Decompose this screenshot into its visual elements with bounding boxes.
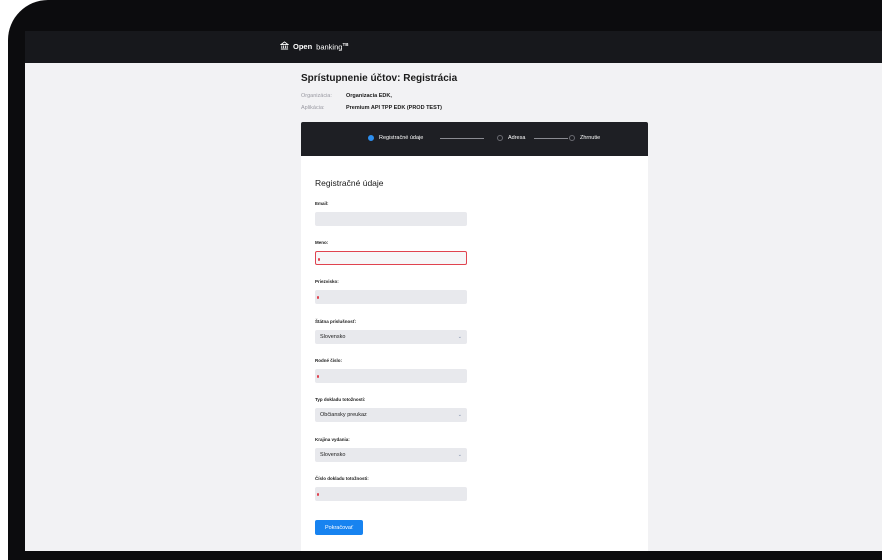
organization-row: Organizácia: Organizacia EDK, — [301, 93, 392, 99]
continue-button[interactable]: Pokračovať — [315, 520, 363, 535]
issuing-country-select[interactable]: Slovensko ⌄ — [315, 448, 467, 462]
bank-icon — [279, 41, 290, 52]
chevron-down-icon: ⌄ — [457, 334, 462, 340]
top-navbar: Open bankingTB — [25, 31, 882, 63]
id-type-select[interactable]: Občiansky preukaz ⌄ — [315, 408, 467, 422]
page-title: Sprístupnenie účtov: Registrácia — [301, 73, 458, 84]
brand-name-bold: Open — [293, 42, 313, 51]
email-label: Email: — [315, 201, 329, 206]
form-heading: Registračné údaje — [315, 178, 384, 188]
chevron-down-icon: ⌄ — [457, 452, 462, 458]
step-label: Zhrnutie — [580, 135, 601, 141]
last-name-field[interactable] — [315, 290, 467, 304]
registration-form: Registračné údaje Email: Meno: Priezvisk… — [301, 156, 648, 551]
id-number-label: Číslo dokladu totožnosti: — [315, 476, 369, 481]
step-dot — [497, 135, 503, 141]
birth-number-field[interactable] — [315, 369, 467, 383]
id-type-value: Občiansky preukaz — [320, 412, 367, 418]
nationality-select[interactable]: Slovensko ⌄ — [315, 330, 467, 344]
device-frame: Open bankingTB Sprístupnenie účtov: Regi… — [0, 0, 882, 560]
required-marker — [318, 258, 320, 261]
browser-screen: Open bankingTB Sprístupnenie účtov: Regi… — [25, 31, 882, 551]
step-connector — [440, 138, 484, 139]
last-name-label: Priezvisko: — [315, 279, 339, 284]
step-registration: Registračné údaje — [368, 135, 423, 141]
application-row: Aplikácia: Premium API TPP EDK (PROD TEST… — [301, 105, 442, 111]
required-marker — [317, 296, 319, 299]
required-marker — [317, 375, 319, 378]
registration-stepper: Registračné údaje Adresa Zhrnutie — [301, 122, 648, 156]
step-dot — [569, 135, 575, 141]
id-number-field[interactable] — [315, 487, 467, 501]
application-value: Premium API TPP EDK (PROD TEST) — [346, 105, 442, 111]
organization-value: Organizacia EDK, — [346, 93, 392, 99]
first-name-label: Meno: — [315, 240, 329, 245]
issuing-country-label: Krajina vydania: — [315, 437, 350, 442]
brand-name: bankingTB — [316, 41, 349, 52]
step-label: Registračné údaje — [379, 135, 424, 141]
step-connector — [534, 138, 568, 139]
organization-label: Organizácia: — [301, 93, 332, 99]
application-label: Aplikácia: — [301, 105, 325, 111]
issuing-country-value: Slovensko — [320, 452, 346, 458]
first-name-field[interactable] — [315, 251, 467, 265]
step-dot-active — [368, 135, 374, 141]
id-type-label: Typ dokladu totožnosti: — [315, 397, 366, 402]
step-label: Adresa — [508, 135, 526, 141]
nationality-value: Slovensko — [320, 334, 346, 340]
email-field[interactable] — [315, 212, 467, 226]
brand-logo[interactable]: Open bankingTB — [279, 41, 349, 52]
chevron-down-icon: ⌄ — [457, 412, 462, 418]
nationality-label: Štátna príslušnosť: — [315, 319, 357, 324]
step-address: Adresa — [497, 135, 525, 141]
birth-number-label: Rodné číslo: — [315, 358, 343, 363]
required-marker — [317, 493, 319, 496]
step-summary: Zhrnutie — [569, 135, 600, 141]
